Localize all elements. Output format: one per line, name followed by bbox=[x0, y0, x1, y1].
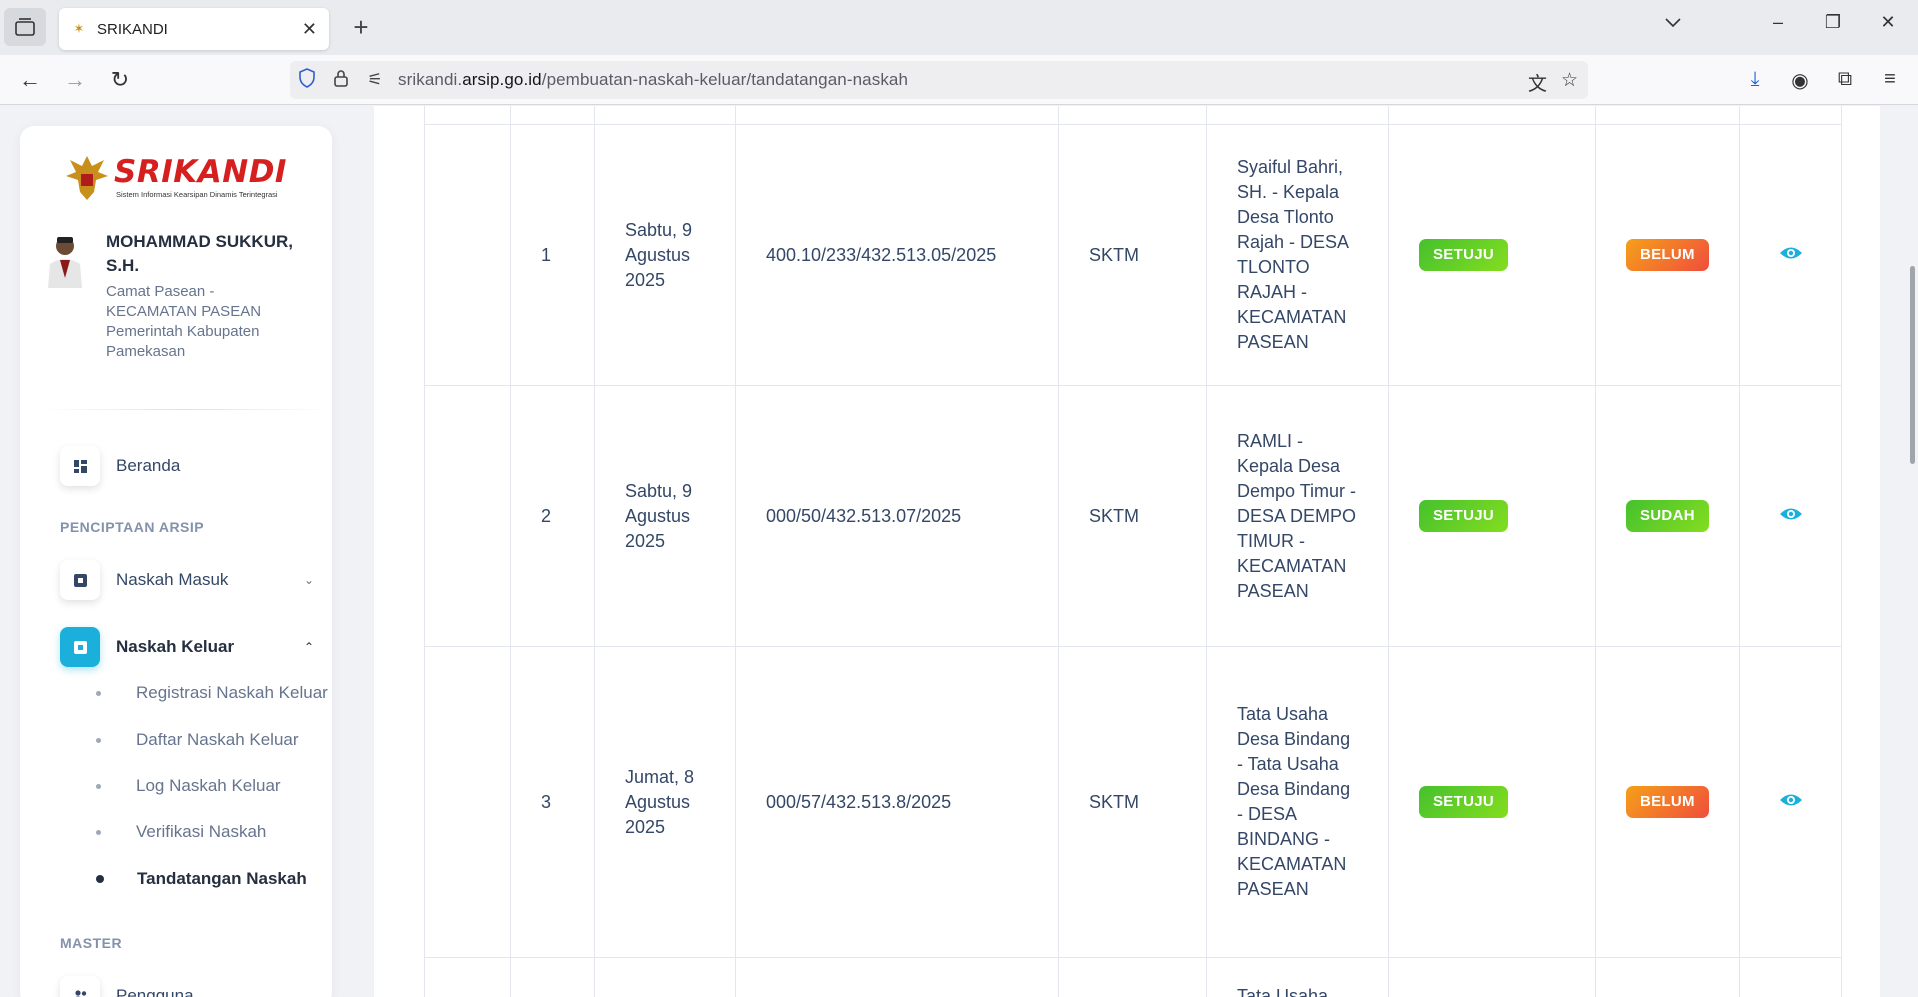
tab-list-button[interactable] bbox=[4, 8, 46, 46]
dashboard-icon bbox=[60, 446, 100, 486]
chevron-up-icon: ⌃ bbox=[303, 640, 315, 654]
table-row[interactable]: 3 Jumat, 8 Agustus 2025 000/57/432.513.8… bbox=[424, 646, 1842, 958]
row-document-number: 000/57/432.513.8/2025 bbox=[735, 646, 1059, 958]
sidebar: SRIKANDI Sistem Informasi Kearsipan Dina… bbox=[20, 126, 332, 997]
row-date: Sabtu, 9 Agustus 2025 bbox=[594, 124, 736, 386]
users-icon bbox=[60, 976, 100, 997]
close-window-icon[interactable]: ✕ bbox=[1873, 12, 1903, 33]
garuda-favicon-icon: ✶ bbox=[73, 21, 85, 36]
close-tab-icon[interactable]: ✕ bbox=[302, 19, 317, 40]
row-sender-partial: Tata Usaha bbox=[1206, 957, 1389, 997]
srikandi-logo[interactable]: SRIKANDI Sistem Informasi Kearsipan Dina… bbox=[64, 152, 294, 202]
browser-tab-bar: ✶ SRIKANDI ✕ + – ❐ ✕ bbox=[0, 0, 1918, 55]
bullet-icon bbox=[96, 783, 101, 789]
logo-tagline: Sistem Informasi Kearsipan Dinamis Terin… bbox=[116, 190, 278, 199]
section-penciptaan-arsip: PENCIPTAAN ARSIP bbox=[60, 519, 205, 535]
submenu-daftar-naskah-keluar[interactable]: Daftar Naskah Keluar bbox=[96, 725, 346, 755]
logo-text: SRIKANDI bbox=[114, 154, 287, 190]
shield-icon[interactable] bbox=[290, 67, 324, 93]
minimize-icon[interactable]: – bbox=[1763, 12, 1793, 33]
row-sender: RAMLI - Kepala Desa Dempo Timur - DESA D… bbox=[1206, 385, 1389, 647]
row-date: Sabtu, 9 Agustus 2025 bbox=[594, 385, 736, 647]
naskah-table: 1 Sabtu, 9 Agustus 2025 400.10/233/432.5… bbox=[424, 106, 1842, 997]
extensions-icon[interactable]: ⧉ bbox=[1831, 68, 1859, 91]
row-document-number: 000/50/432.513.07/2025 bbox=[735, 385, 1059, 647]
menu-hamburger-icon[interactable]: ≡ bbox=[1876, 68, 1904, 91]
sidebar-divider bbox=[40, 409, 332, 410]
sidebar-item-label: Naskah Masuk bbox=[116, 570, 229, 589]
row-number: 2 bbox=[510, 385, 595, 647]
row-date: Jumat, 8 Agustus 2025 bbox=[594, 646, 736, 958]
lock-icon[interactable] bbox=[324, 69, 358, 92]
inbox-icon bbox=[60, 560, 100, 600]
table-row[interactable]: 2 Sabtu, 9 Agustus 2025 000/50/432.513.0… bbox=[424, 385, 1842, 647]
approval-status-badge: SETUJU bbox=[1419, 239, 1508, 271]
approval-status-badge: SETUJU bbox=[1419, 786, 1508, 818]
address-bar[interactable]: ⚟ srikandi.arsip.go.id/pembuatan-naskah-… bbox=[290, 61, 1588, 99]
bullet-icon bbox=[96, 737, 101, 743]
sidebar-item-label: Pengguna bbox=[116, 986, 194, 997]
outbox-icon bbox=[60, 627, 100, 667]
sidebar-item-naskah-keluar[interactable]: Naskah Keluar ⌃ bbox=[60, 627, 320, 667]
url-text: srikandi.arsip.go.id/pembuatan-naskah-ke… bbox=[398, 70, 909, 89]
submenu-log-naskah-keluar[interactable]: Log Naskah Keluar bbox=[96, 771, 346, 801]
forward-arrow-icon[interactable]: → bbox=[60, 65, 90, 95]
user-role: Camat Pasean - KECAMATAN PASEAN Pemerint… bbox=[106, 283, 262, 360]
row-sender: Syaiful Bahri, SH. - Kepala Desa Tlonto … bbox=[1206, 124, 1389, 386]
approval-status-badge: SETUJU bbox=[1419, 500, 1508, 532]
submenu-tandatangan-naskah[interactable]: Tandatangan Naskah bbox=[96, 864, 346, 894]
bullet-icon bbox=[96, 690, 101, 696]
bullet-icon bbox=[96, 829, 101, 835]
bookmark-star-icon[interactable]: ☆ bbox=[1561, 69, 1578, 96]
sidebar-item-naskah-masuk[interactable]: Naskah Masuk ⌄ bbox=[60, 560, 320, 600]
sidebar-item-label: Naskah Keluar bbox=[116, 637, 235, 656]
tab-overflow-chevron-icon[interactable] bbox=[1658, 12, 1688, 33]
row-type: SKTM bbox=[1058, 124, 1207, 386]
row-number: 1 bbox=[510, 124, 595, 386]
tab-list-icon bbox=[15, 18, 35, 36]
new-tab-button[interactable]: + bbox=[346, 12, 376, 42]
view-eye-icon[interactable] bbox=[1779, 792, 1803, 808]
signature-status-badge: BELUM bbox=[1626, 786, 1709, 818]
view-eye-icon[interactable] bbox=[1779, 506, 1803, 522]
download-icon[interactable]: ⤓ bbox=[1741, 68, 1769, 91]
browser-nav-bar: ← → ↻ ⚟ srikandi.arsip.go.id/pembuatan-n… bbox=[0, 55, 1918, 105]
page-scrollbar[interactable] bbox=[1904, 106, 1918, 997]
site-permissions-icon[interactable]: ⚟ bbox=[358, 70, 392, 90]
row-document-number: 400.10/233/432.513.05/2025 bbox=[735, 124, 1059, 386]
restore-icon[interactable]: ❐ bbox=[1818, 12, 1848, 33]
sidebar-item-label: Beranda bbox=[116, 456, 181, 475]
back-arrow-icon[interactable]: ← bbox=[15, 65, 45, 95]
avatar bbox=[48, 237, 82, 288]
page-viewport: SRIKANDI Sistem Informasi Kearsipan Dina… bbox=[0, 106, 1918, 997]
submenu-registrasi-naskah-keluar[interactable]: Registrasi Naskah Keluar bbox=[96, 678, 346, 708]
section-master: MASTER bbox=[60, 935, 123, 951]
user-name: MOHAMMAD SUKKUR, S.H. bbox=[106, 232, 293, 275]
chevron-down-icon: ⌄ bbox=[303, 989, 315, 997]
table-row[interactable]: Tata Usaha bbox=[424, 957, 1842, 997]
bullet-icon bbox=[96, 875, 104, 883]
sidebar-item-beranda[interactable]: Beranda bbox=[60, 446, 320, 486]
tab-title: SRIKANDI bbox=[97, 20, 168, 38]
table-row[interactable]: 1 Sabtu, 9 Agustus 2025 400.10/233/432.5… bbox=[424, 124, 1842, 386]
scrollbar-thumb[interactable] bbox=[1910, 266, 1915, 464]
view-eye-icon[interactable] bbox=[1779, 245, 1803, 261]
garuda-emblem-icon bbox=[66, 156, 108, 200]
row-type: SKTM bbox=[1058, 646, 1207, 958]
row-number: 3 bbox=[510, 646, 595, 958]
sidebar-item-pengguna[interactable]: Pengguna ⌄ bbox=[60, 976, 320, 997]
translate-icon[interactable]: 文 bbox=[1528, 69, 1547, 96]
row-type: SKTM bbox=[1058, 385, 1207, 647]
row-sender: Tata Usaha Desa Bindang - Tata Usaha Des… bbox=[1206, 646, 1389, 958]
submenu-verifikasi-naskah[interactable]: Verifikasi Naskah bbox=[96, 817, 346, 847]
table-row-header-remnant bbox=[424, 106, 1842, 125]
browser-tab[interactable]: ✶ SRIKANDI ✕ bbox=[59, 8, 329, 50]
chevron-down-icon: ⌄ bbox=[303, 573, 315, 587]
account-icon[interactable]: ◉ bbox=[1786, 68, 1814, 93]
reload-icon[interactable]: ↻ bbox=[105, 65, 135, 95]
signature-status-badge: BELUM bbox=[1626, 239, 1709, 271]
signature-status-badge: SUDAH bbox=[1626, 500, 1709, 532]
